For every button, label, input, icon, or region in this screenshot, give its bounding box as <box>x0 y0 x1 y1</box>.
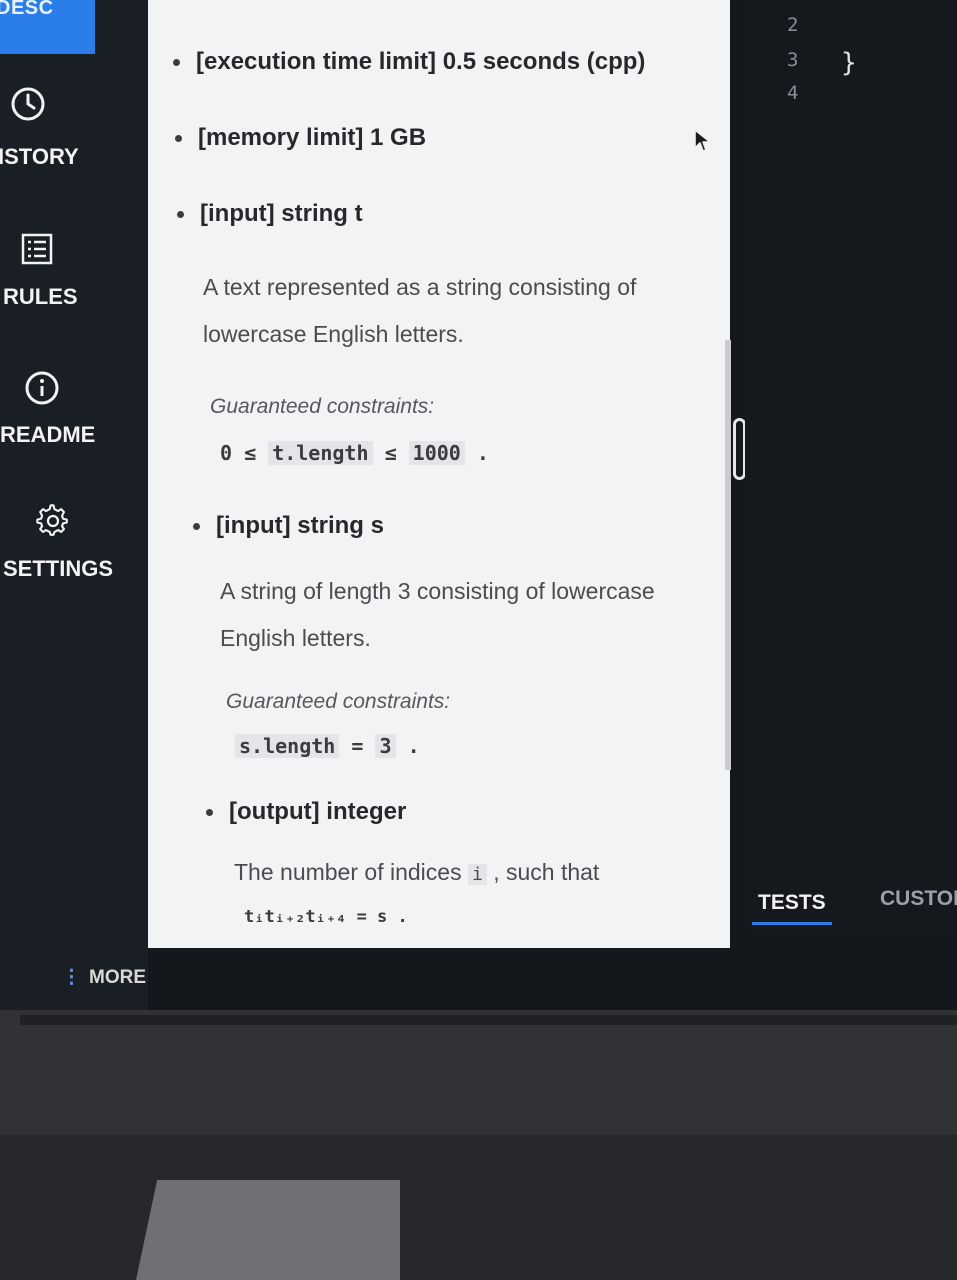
tab-description-label: DESC <box>0 0 54 19</box>
constraint-s-val: 3 <box>375 734 396 758</box>
time-limit-item: [execution time limit] 0.5 seconds (cpp) <box>173 48 645 76</box>
constraint-t-le2: ≤ <box>384 441 397 465</box>
more-button[interactable]: ⋮ MORE <box>62 966 146 989</box>
output-description: The number of indices i , such that <box>234 852 599 895</box>
constraint-t-max: 1000 <box>408 441 465 465</box>
list-icon[interactable] <box>20 232 54 271</box>
tab-tests[interactable]: TESTS <box>758 891 826 915</box>
sidebar-item-settings[interactable]: SETTINGS <box>3 556 113 582</box>
more-dots-icon: ⋮ <box>62 967 81 988</box>
bullet-icon <box>177 211 184 219</box>
bezel-edge <box>20 1015 957 1025</box>
input-t-item: [input] string t <box>177 200 363 228</box>
tab-description[interactable]: DESC <box>0 0 95 54</box>
input-t-desc-line1: A text represented as a string consistin… <box>203 274 637 300</box>
line-number: 2 <box>787 14 799 36</box>
time-limit-text: [execution time limit] 0.5 seconds (cpp) <box>196 48 646 75</box>
output-desc-var: i <box>467 864 487 885</box>
output-desc-text-2: , such that <box>493 859 600 885</box>
constraint-s-end: . <box>407 734 420 758</box>
line-number: 3 <box>787 49 799 71</box>
sidebar: DESC ISTORY RULES README SETTINGS ⋮ MORE <box>0 0 148 1010</box>
input-s-label: [input] string s <box>216 512 384 539</box>
constraint-t-var: t.length <box>268 441 373 465</box>
laptop-stand <box>136 1180 400 1280</box>
code-brace: } <box>841 48 857 78</box>
description-scrollbar[interactable] <box>725 340 731 770</box>
constraint-t-le1: ≤ <box>244 441 257 465</box>
tab-custom[interactable]: CUSTOI <box>880 887 957 911</box>
input-s-description: A string of length 3 consisting of lower… <box>220 568 655 662</box>
memory-limit-item: [memory limit] 1 GB <box>175 124 426 152</box>
guaranteed-constraints-heading-2: Guaranteed constraints: <box>226 690 451 713</box>
bullet-icon <box>206 809 213 817</box>
gear-icon[interactable] <box>36 504 70 543</box>
output-label: [output] integer <box>229 798 407 825</box>
active-tab-indicator <box>752 922 832 925</box>
input-t-label: [input] string t <box>200 200 363 227</box>
memory-limit-text: [memory limit] 1 GB <box>198 124 427 151</box>
bullet-icon <box>173 59 180 67</box>
line-number: 4 <box>787 82 799 104</box>
more-label: MORE <box>89 967 146 988</box>
output-desc-text-1: The number of indices <box>234 859 462 885</box>
input-s-desc-line1: A string of length 3 consisting of lower… <box>220 578 655 604</box>
input-t-description: A text represented as a string consistin… <box>203 264 636 358</box>
info-icon[interactable] <box>24 370 60 411</box>
constraint-s: s.length = 3 . <box>235 734 420 758</box>
constraint-t-min: 0 <box>220 441 233 465</box>
mouse-cursor-icon <box>693 128 713 159</box>
constraint-t-end: . <box>476 441 489 465</box>
screen: DESC ISTORY RULES README SETTINGS ⋮ MORE… <box>0 0 957 1010</box>
description-panel: [execution time limit] 0.5 seconds (cpp)… <box>148 0 730 948</box>
constraint-s-eq: = <box>351 734 364 758</box>
clock-icon[interactable] <box>10 86 46 127</box>
code-editor[interactable]: 2 3 4 } <box>745 0 957 870</box>
output-item: [output] integer <box>206 798 406 826</box>
input-t-desc-line2: lowercase English letters. <box>203 321 464 347</box>
constraint-t: 0 ≤ t.length ≤ 1000 . <box>220 441 489 465</box>
input-s-item: [input] string s <box>193 512 384 540</box>
sidebar-item-history[interactable]: ISTORY <box>0 144 79 170</box>
bullet-icon <box>193 523 200 531</box>
constraint-s-var: s.length <box>235 734 340 758</box>
bullet-icon <box>175 135 182 143</box>
guaranteed-constraints-heading: Guaranteed constraints: <box>210 395 435 418</box>
input-s-desc-line2: English letters. <box>220 625 371 651</box>
sidebar-item-rules[interactable]: RULES <box>3 284 78 310</box>
output-formula: tᵢtᵢ₊₂tᵢ₊₄ = s . <box>244 907 408 927</box>
sidebar-item-readme[interactable]: README <box>0 422 95 448</box>
